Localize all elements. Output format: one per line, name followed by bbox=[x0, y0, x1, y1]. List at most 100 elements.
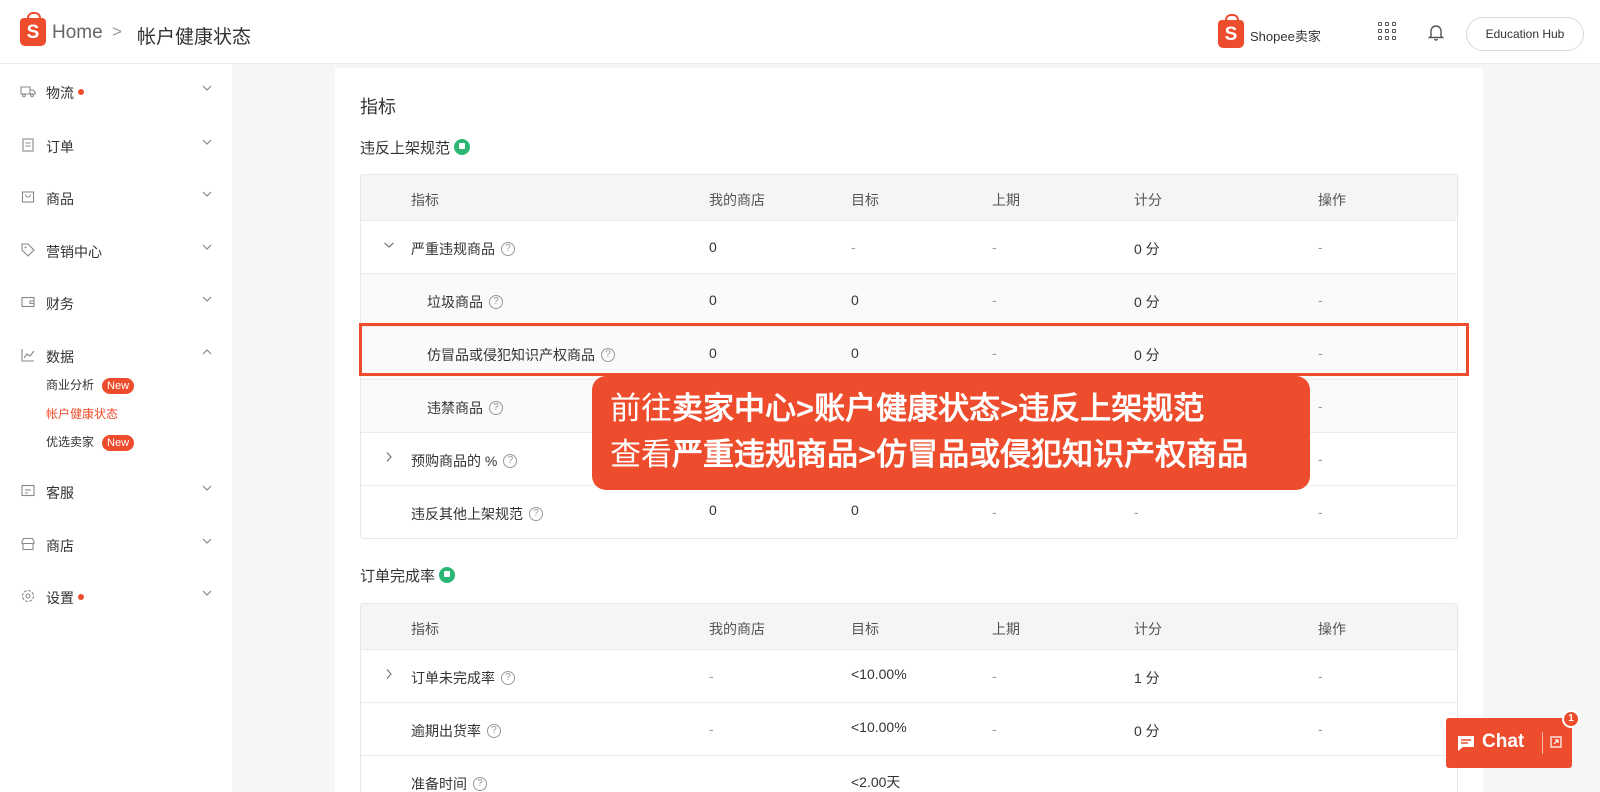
education-hub-button[interactable]: Education Hub bbox=[1466, 17, 1584, 51]
breadcrumb-current: 帐户健康状态 bbox=[137, 27, 252, 48]
target-value: <2.00天 bbox=[851, 774, 901, 790]
shopee-seller-brand[interactable]: S Shopee卖家 bbox=[1218, 14, 1338, 48]
breadcrumb-separator: > bbox=[112, 22, 122, 41]
column-header: 我的商店 bbox=[709, 621, 765, 637]
bag-icon bbox=[21, 191, 35, 203]
instruction-callout: 前往卖家中心>账户健康状态>违反上架规范 查看严重违规商品>仿冒品或侵犯知识产权… bbox=[592, 376, 1310, 490]
action-value: - bbox=[1318, 721, 1323, 737]
column-header: 指标 bbox=[411, 621, 439, 637]
metric-name: 逾期出货率? bbox=[411, 721, 501, 741]
column-header: 计分 bbox=[1134, 192, 1162, 208]
help-icon[interactable]: ? bbox=[501, 671, 515, 686]
chat-button[interactable]: Chat bbox=[1446, 718, 1572, 768]
last-period-value: - bbox=[992, 504, 997, 520]
chat-box-icon bbox=[21, 484, 35, 497]
column-header: 指标 bbox=[411, 192, 439, 208]
column-header: 操作 bbox=[1318, 192, 1346, 208]
chevron-down-icon[interactable] bbox=[383, 239, 395, 251]
expand-window-icon[interactable] bbox=[1549, 735, 1563, 749]
chevron-down-icon bbox=[202, 85, 212, 91]
metric-name: 订单未完成率? bbox=[411, 668, 515, 688]
sidebar-item-finance[interactable]: 财务 bbox=[0, 288, 232, 318]
sidebar-item-data[interactable]: 数据 bbox=[0, 341, 232, 371]
last-period-value: - bbox=[992, 239, 997, 255]
section-title-listing-violations: 违反上架规范 bbox=[360, 137, 471, 158]
my-shop-value: 0 bbox=[709, 292, 717, 308]
help-icon[interactable]: ? bbox=[489, 401, 503, 416]
score-value: - bbox=[1134, 504, 1139, 520]
sidebar-item-label: 设置 bbox=[46, 590, 74, 606]
chevron-down-icon bbox=[202, 485, 212, 491]
target-value: 0 bbox=[851, 345, 859, 361]
help-icon[interactable]: ? bbox=[473, 777, 487, 792]
chevron-down-icon bbox=[202, 538, 212, 544]
sidebar: 物流 订单 商品 营销中心 财务 数据 商业分析 New 帐户健康状态 优选卖家 N… bbox=[0, 64, 232, 792]
sidebar-item-settings[interactable]: 设置 bbox=[0, 582, 232, 612]
help-icon[interactable]: ? bbox=[487, 724, 501, 739]
chevron-right-icon[interactable] bbox=[383, 451, 395, 463]
sidebar-item-customer-service[interactable]: 客服 bbox=[0, 477, 232, 507]
sidebar-item-shop[interactable]: 商店 bbox=[0, 530, 232, 560]
sidebar-subitem-label: 商业分析 bbox=[46, 378, 95, 392]
notification-dot bbox=[78, 89, 84, 96]
chevron-right-icon[interactable] bbox=[383, 668, 395, 680]
column-header: 目标 bbox=[851, 621, 879, 637]
my-shop-value: - bbox=[709, 668, 714, 684]
section-title-text: 违反上架规范 bbox=[360, 140, 451, 157]
breadcrumb-home[interactable]: Home bbox=[52, 22, 103, 44]
sidebar-subitem-label: 帐户健康状态 bbox=[46, 407, 119, 421]
table-row: 仿冒品或侵犯知识产权商品? 0 0 - 0 分 - bbox=[361, 327, 1457, 380]
shopee-logo-icon[interactable]: S bbox=[20, 12, 46, 46]
help-icon[interactable]: ? bbox=[503, 454, 518, 469]
sidebar-item-logistics[interactable]: 物流 bbox=[0, 77, 232, 107]
column-header: 上期 bbox=[992, 192, 1020, 208]
score-value: 0 分 bbox=[1134, 241, 1160, 257]
table-row: 违反其他上架规范? 0 0 - - - bbox=[361, 486, 1457, 538]
action-value: - bbox=[1318, 398, 1323, 414]
chat-label: Chat bbox=[1482, 731, 1525, 752]
sidebar-subitem-account-health[interactable]: 帐户健康状态 bbox=[46, 405, 118, 422]
sidebar-subitem-business-insights[interactable]: 商业分析 New bbox=[46, 376, 135, 394]
sidebar-item-products[interactable]: 商品 bbox=[0, 183, 232, 213]
chevron-down-icon bbox=[202, 191, 212, 197]
target-value: <10.00% bbox=[851, 666, 907, 682]
sidebar-item-label: 客服 bbox=[46, 485, 74, 501]
new-badge: New bbox=[102, 378, 135, 394]
help-icon[interactable]: ? bbox=[529, 507, 543, 522]
section-title-text: 订单完成率 bbox=[360, 568, 436, 585]
top-header: S Home > 帐户健康状态 S Shopee卖家 Education Hub bbox=[0, 0, 1600, 64]
sidebar-subitem-preferred-seller[interactable]: 优选卖家 New bbox=[46, 433, 135, 451]
brand-text: Shopee卖家 bbox=[1250, 29, 1321, 44]
bell-icon[interactable] bbox=[1426, 22, 1446, 42]
chat-unread-badge: 1 bbox=[1562, 710, 1580, 728]
thumbs-up-icon bbox=[454, 139, 471, 156]
action-value: - bbox=[1318, 451, 1323, 467]
sidebar-item-label: 商品 bbox=[46, 191, 74, 207]
table-header: 指标 我的商店 目标 上期 计分 操作 bbox=[361, 604, 1457, 650]
help-icon[interactable]: ? bbox=[601, 348, 615, 363]
new-badge: New bbox=[102, 435, 135, 451]
metric-name: 违反其他上架规范? bbox=[411, 504, 543, 524]
sidebar-item-marketing[interactable]: 营销中心 bbox=[0, 236, 232, 266]
column-header: 计分 bbox=[1134, 621, 1162, 637]
action-value: - bbox=[1318, 668, 1323, 684]
chevron-down-icon bbox=[202, 139, 212, 145]
page-title: 指标 bbox=[360, 97, 396, 117]
my-shop-value: - bbox=[709, 721, 714, 737]
notification-dot bbox=[78, 594, 84, 601]
score-value: 0 分 bbox=[1134, 723, 1160, 739]
sidebar-item-label: 数据 bbox=[46, 349, 74, 365]
chevron-down-icon bbox=[202, 590, 212, 596]
metric-name: 严重违规商品? bbox=[411, 239, 515, 259]
shopee-bag-icon: S bbox=[1218, 14, 1244, 48]
sidebar-item-orders[interactable]: 订单 bbox=[0, 131, 232, 161]
clipboard-icon bbox=[22, 138, 34, 152]
sidebar-subitem-label: 优选卖家 bbox=[46, 435, 95, 449]
score-value: 0 分 bbox=[1134, 347, 1160, 363]
target-value: - bbox=[851, 239, 856, 255]
apps-grid-icon[interactable] bbox=[1378, 22, 1398, 42]
help-icon[interactable]: ? bbox=[501, 242, 515, 257]
target-value: <10.00% bbox=[851, 719, 907, 735]
callout-line-2: 查看严重违规商品>仿冒品或侵犯知识产权商品 bbox=[610, 437, 1249, 472]
help-icon[interactable]: ? bbox=[489, 295, 503, 310]
